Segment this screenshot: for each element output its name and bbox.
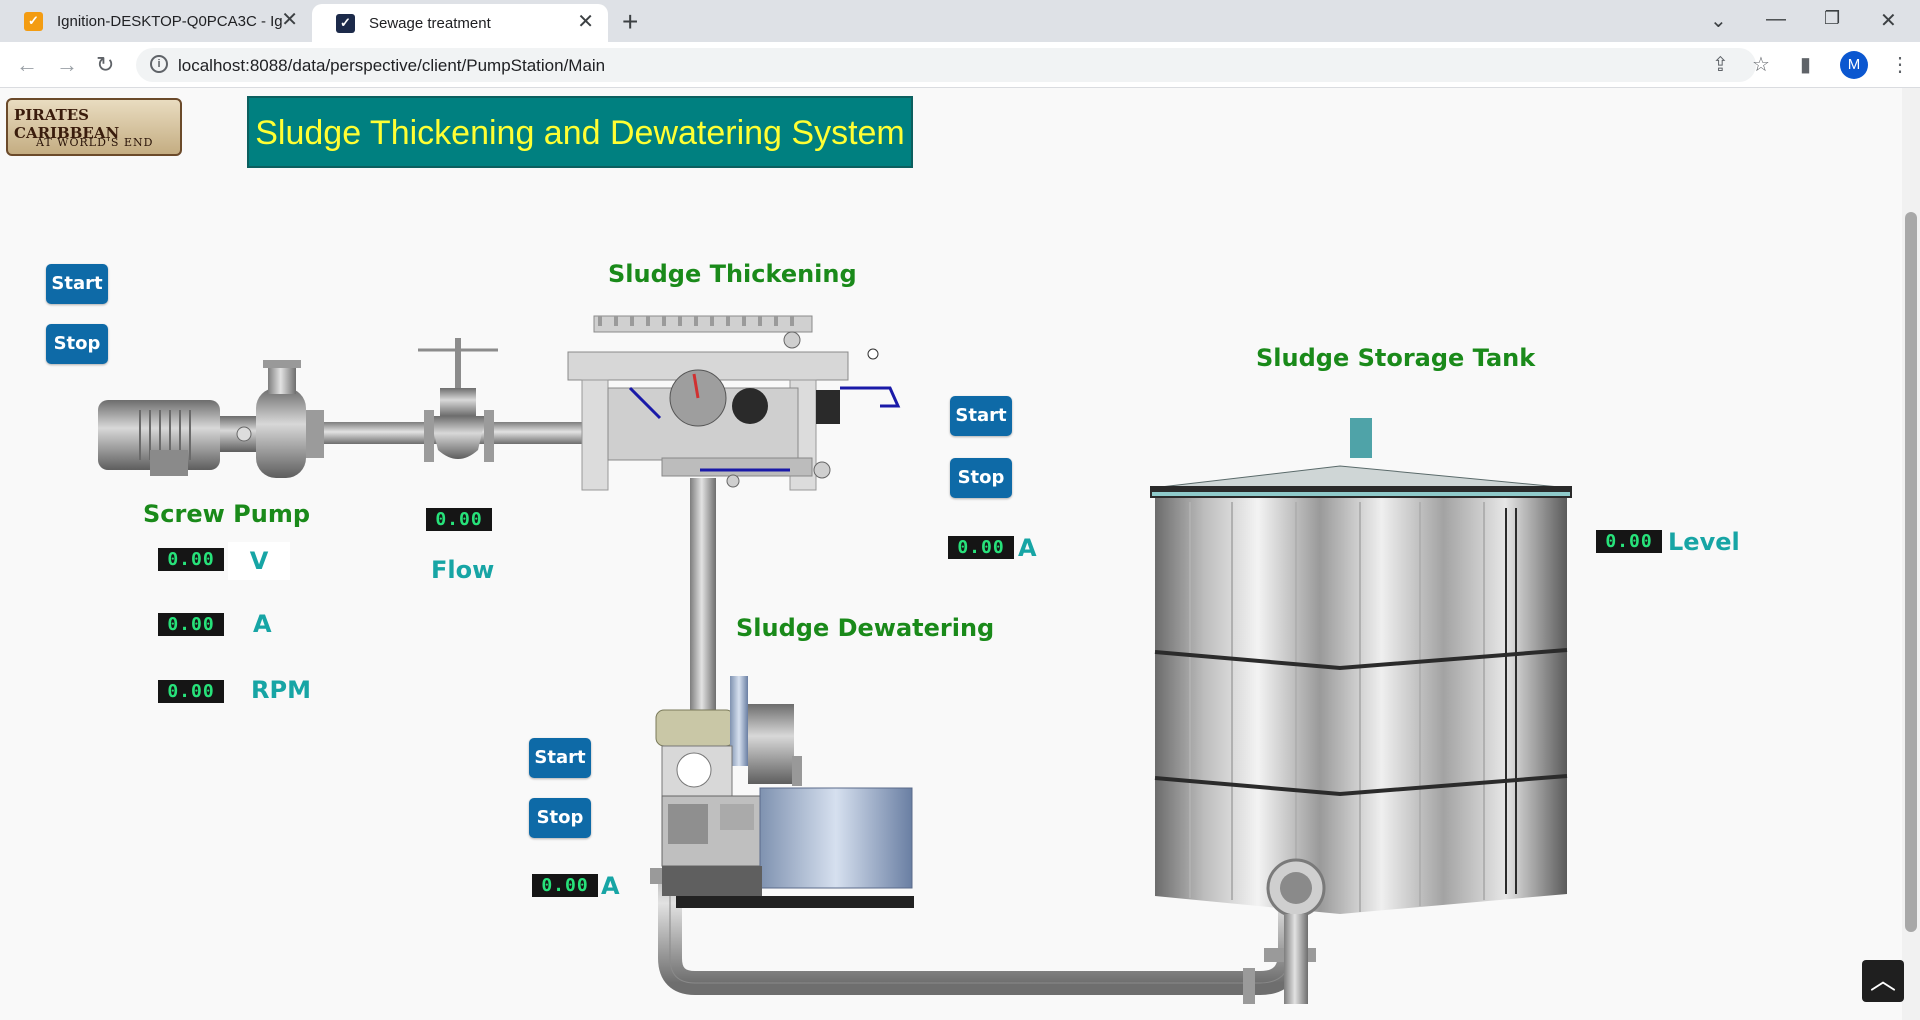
sludge-thickener-graphic (567, 315, 901, 491)
thickening-stop-button[interactable]: Stop (950, 458, 1012, 498)
screw-pump-start-button[interactable]: Start (46, 264, 108, 304)
screw-pump-current-display: 0.00 (158, 613, 224, 636)
perspective-favicon-icon: ✓ (336, 13, 355, 33)
close-tab-icon[interactable]: ✕ (281, 10, 298, 30)
screw-pump-voltage-display: 0.00 (158, 548, 224, 571)
tab-title: Sewage treatment (369, 14, 491, 32)
page-title: Sludge Thickening and Dewatering System (255, 114, 905, 152)
share-icon[interactable]: ⇪ (1712, 52, 1729, 77)
side-panel-icon[interactable]: ▮ (1800, 52, 1811, 77)
tab-search-icon[interactable]: ⌄ (1710, 8, 1727, 33)
restore-icon[interactable]: ❐ (1824, 8, 1840, 29)
address-toolbar: ← → ↻ i localhost:8088/data/perspective/… (0, 42, 1920, 88)
thickening-current-unit: A (1018, 534, 1037, 562)
address-bar[interactable]: i localhost:8088/data/perspective/client… (136, 48, 1756, 82)
sludge-thickening-label: Sludge Thickening (608, 260, 857, 288)
thickening-start-button[interactable]: Start (950, 396, 1012, 436)
dewatering-stop-button[interactable]: Stop (529, 798, 591, 838)
new-tab-icon[interactable]: + (622, 6, 638, 38)
sludge-storage-tank-label: Sludge Storage Tank (1256, 344, 1536, 372)
rpm-unit-label: RPM (251, 676, 311, 704)
page-title-banner: Sludge Thickening and Dewatering System (247, 96, 913, 168)
pirates-logo: PIRATES CARIBBEAN AT WORLD'S END (6, 98, 182, 156)
voltage-unit-label: V (228, 542, 290, 580)
site-info-icon[interactable]: i (150, 55, 168, 73)
page-scrollbar[interactable] (1902, 88, 1920, 1020)
screw-pump-rpm-display: 0.00 (158, 680, 224, 703)
flow-valve-graphic (418, 338, 498, 462)
storage-tank-graphic (1150, 418, 1572, 1004)
close-tab-icon[interactable]: ✕ (577, 12, 594, 32)
dewatering-start-button[interactable]: Start (529, 738, 591, 778)
url-text[interactable]: localhost:8088/data/perspective/client/P… (178, 56, 605, 76)
close-window-icon[interactable]: ✕ (1880, 8, 1897, 33)
tab-ignition[interactable]: ✓ Ignition-DESKTOP-Q0PCA3C - Ig ✕ (0, 0, 312, 42)
tab-title: Ignition-DESKTOP-Q0PCA3C - Ig (57, 12, 283, 30)
reload-icon[interactable]: ↻ (96, 52, 114, 78)
tank-level-display: 0.00 (1596, 530, 1662, 553)
bookmark-star-icon[interactable]: ☆ (1752, 52, 1770, 77)
sludge-dewatering-label: Sludge Dewatering (736, 614, 995, 642)
dewatering-current-unit: A (601, 872, 620, 900)
forward-icon[interactable]: → (56, 52, 78, 78)
menu-kebab-icon[interactable]: ⋮ (1890, 52, 1910, 77)
chevron-up-icon: ︿ (1869, 965, 1896, 995)
dewatering-current-display: 0.00 (532, 874, 598, 897)
scroll-to-top-button[interactable]: ︿ (1862, 960, 1904, 1002)
ignition-favicon-icon: ✓ (24, 11, 43, 31)
minimize-icon[interactable]: — (1766, 8, 1786, 31)
screw-pump-graphic (98, 360, 324, 478)
scrollbar-thumb[interactable] (1905, 212, 1917, 932)
current-unit-label: A (253, 610, 272, 638)
profile-avatar[interactable]: M (1840, 51, 1868, 79)
browser-window: ✓ Ignition-DESKTOP-Q0PCA3C - Ig ✕ ✓ Sewa… (0, 0, 1920, 1020)
screw-pump-label: Screw Pump (143, 500, 311, 528)
perspective-page: PIRATES CARIBBEAN AT WORLD'S END Sludge … (0, 88, 1920, 1020)
tab-strip: ✓ Ignition-DESKTOP-Q0PCA3C - Ig ✕ ✓ Sewa… (0, 0, 1920, 42)
tab-sewage-treatment[interactable]: ✓ Sewage treatment ✕ (312, 4, 608, 42)
thickening-current-display: 0.00 (948, 536, 1014, 559)
sludge-dewatering-graphic (655, 676, 914, 908)
screw-pump-stop-button[interactable]: Stop (46, 324, 108, 364)
flow-label: Flow (431, 556, 495, 584)
tank-level-label: Level (1668, 528, 1740, 556)
back-icon[interactable]: ← (16, 52, 38, 78)
flow-display: 0.00 (426, 508, 492, 531)
logo-subtext: AT WORLD'S END (36, 136, 154, 149)
